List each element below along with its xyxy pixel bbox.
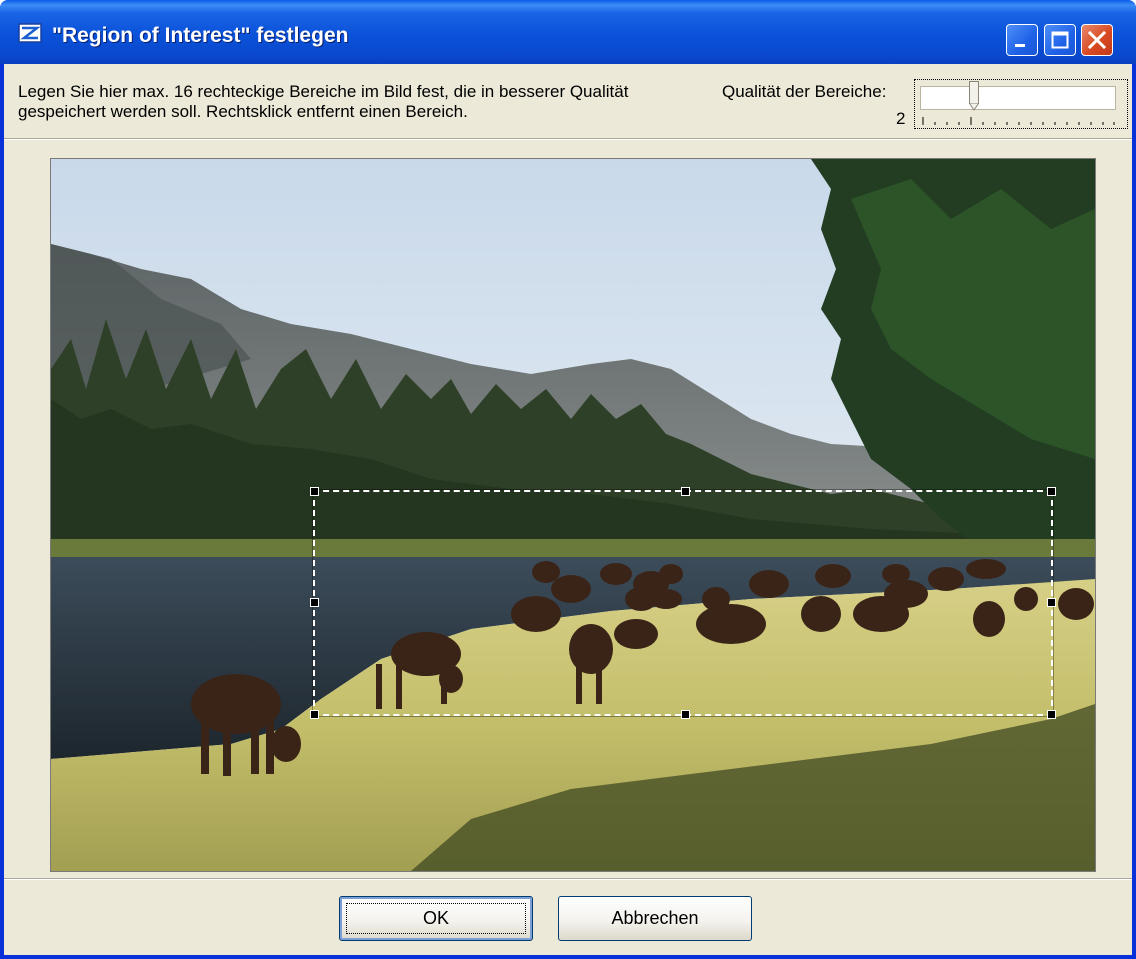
cancel-label: Abbrechen <box>611 908 699 928</box>
maximize-icon <box>1051 31 1069 49</box>
title-bar[interactable]: "Region of Interest" festlegen <box>0 0 1136 64</box>
minimize-icon <box>1015 44 1025 47</box>
cancel-button[interactable]: Abbrechen <box>558 896 752 941</box>
roi-handle[interactable] <box>310 487 319 496</box>
roi-handle[interactable] <box>1047 598 1056 607</box>
ok-label: OK <box>422 908 449 928</box>
divider <box>4 138 1132 140</box>
slider-track[interactable] <box>920 81 1116 111</box>
divider <box>4 878 1132 880</box>
maximize-button[interactable] <box>1044 24 1076 56</box>
slider-ticks <box>922 117 1115 125</box>
window-title: "Region of Interest" festlegen <box>52 24 349 47</box>
roi-handle[interactable] <box>1047 487 1056 496</box>
app-icon <box>18 23 42 43</box>
roi-handle[interactable] <box>310 710 319 719</box>
ok-button[interactable]: OK <box>339 896 533 941</box>
quality-label: Qualität der Bereiche: <box>722 82 887 101</box>
region-of-interest[interactable] <box>310 487 1056 719</box>
close-icon <box>1087 30 1107 50</box>
image-canvas[interactable] <box>50 158 1096 872</box>
quality-value: 2 <box>896 109 906 128</box>
dialog-window: "Region of Interest" festlegen Legen Sie… <box>0 0 1136 959</box>
roi-handle[interactable] <box>681 487 690 496</box>
close-button[interactable] <box>1081 24 1113 56</box>
roi-handle[interactable] <box>681 710 690 719</box>
minimize-button[interactable] <box>1006 24 1038 56</box>
slider-thumb[interactable] <box>969 81 979 111</box>
quality-slider[interactable] <box>914 79 1128 129</box>
roi-handle[interactable] <box>310 598 319 607</box>
instructions-text: Legen Sie hier max. 16 rechteckige Berei… <box>18 82 629 121</box>
roi-handle[interactable] <box>1047 710 1056 719</box>
